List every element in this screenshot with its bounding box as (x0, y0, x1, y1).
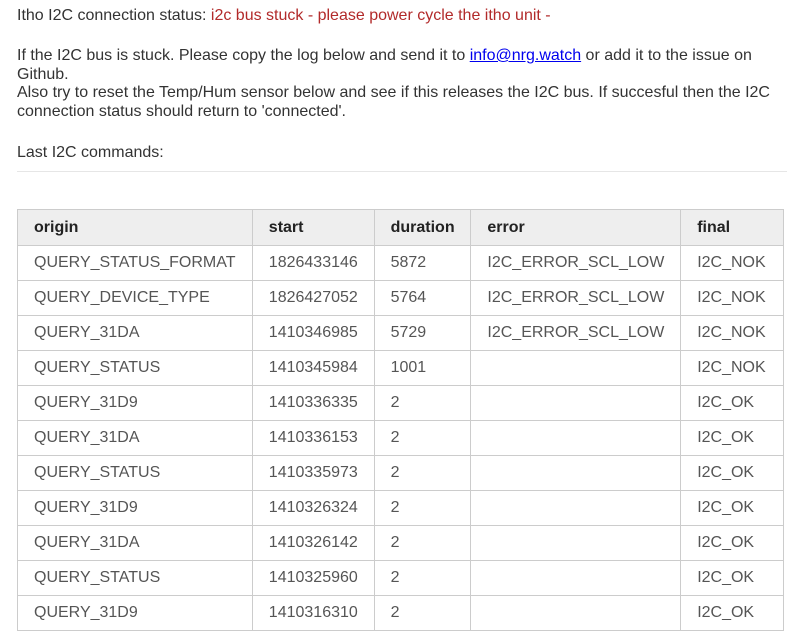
cell-origin: QUERY_31DA (17, 315, 253, 351)
cell-duration: 2 (373, 385, 472, 421)
cell-duration: 2 (373, 525, 472, 561)
i2c-status-panel: Itho I2C connection status: i2c bus stuc… (17, 6, 787, 172)
cell-error (470, 420, 682, 456)
cell-duration: 5764 (373, 280, 472, 316)
cell-origin: QUERY_STATUS_FORMAT (17, 245, 253, 281)
cell-start: 1410325960 (251, 560, 375, 596)
column-header-start: start (251, 209, 375, 246)
cell-error: I2C_ERROR_SCL_LOW (470, 280, 682, 316)
column-header-error: error (470, 209, 682, 246)
table-row: QUERY_31DA 1410326142 2 I2C_OK (17, 525, 784, 561)
table-row: QUERY_31D9 1410326324 2 I2C_OK (17, 490, 784, 526)
cell-origin: QUERY_31D9 (17, 385, 253, 421)
cell-final: I2C_OK (680, 490, 784, 526)
column-header-final: final (680, 209, 784, 246)
table-row: QUERY_31D9 1410336335 2 I2C_OK (17, 385, 784, 421)
cell-error: I2C_ERROR_SCL_LOW (470, 315, 682, 351)
cell-duration: 2 (373, 560, 472, 596)
cell-origin: QUERY_STATUS (17, 350, 253, 386)
cell-error (470, 490, 682, 526)
cell-error: I2C_ERROR_SCL_LOW (470, 245, 682, 281)
cell-duration: 2 (373, 455, 472, 491)
help-text-line1-before: If the I2C bus is stuck. Please copy the… (17, 47, 470, 64)
cell-origin: QUERY_STATUS (17, 455, 253, 491)
column-header-duration: duration (373, 209, 472, 246)
cell-error (470, 385, 682, 421)
cell-origin: QUERY_31DA (17, 420, 253, 456)
cell-final: I2C_NOK (680, 315, 784, 351)
cell-duration: 2 (373, 490, 472, 526)
cell-start: 1410346985 (251, 315, 375, 351)
cell-start: 1410326142 (251, 525, 375, 561)
i2c-connection-status: Itho I2C connection status: i2c bus stuc… (17, 6, 787, 25)
cell-start: 1410336335 (251, 385, 375, 421)
table-body: QUERY_STATUS_FORMAT 1826433146 5872 I2C_ERR… (17, 245, 784, 631)
table-row: QUERY_STATUS_FORMAT 1826433146 5872 I2C_ERR… (17, 245, 784, 281)
cell-start: 1826433146 (251, 245, 375, 281)
cell-final: I2C_OK (680, 385, 784, 421)
cell-start: 1826427052 (251, 280, 375, 316)
column-header-origin: origin (17, 209, 253, 246)
cell-start: 1410345984 (251, 350, 375, 386)
help-text-line2: Also try to reset the Temp/Hum sensor be… (17, 84, 770, 120)
help-text: If the I2C bus is stuck. Please copy the… (17, 47, 787, 121)
cell-error (470, 455, 682, 491)
log-title: Last I2C commands: (17, 143, 787, 172)
cell-duration: 5872 (373, 245, 472, 281)
email-link[interactable]: info@nrg.watch (470, 47, 581, 64)
cell-start: 1410335973 (251, 455, 375, 491)
table-row: QUERY_STATUS 1410335973 2 I2C_OK (17, 455, 784, 491)
cell-error (470, 595, 682, 631)
cell-origin: QUERY_31DA (17, 525, 253, 561)
cell-start: 1410336153 (251, 420, 375, 456)
cell-final: I2C_NOK (680, 350, 784, 386)
cell-duration: 2 (373, 595, 472, 631)
cell-final: I2C_NOK (680, 245, 784, 281)
i2c-log-table: origin start duration error final QUERY_… (17, 209, 784, 631)
cell-origin: QUERY_31D9 (17, 595, 253, 631)
cell-duration: 5729 (373, 315, 472, 351)
table-row: QUERY_31D9 1410316310 2 I2C_OK (17, 595, 784, 631)
cell-final: I2C_NOK (680, 280, 784, 316)
cell-duration: 2 (373, 420, 472, 456)
status-value: i2c bus stuck - please power cycle the i… (210, 7, 551, 24)
cell-origin: QUERY_31D9 (17, 490, 253, 526)
cell-final: I2C_OK (680, 455, 784, 491)
cell-error (470, 350, 682, 386)
cell-origin: QUERY_DEVICE_TYPE (17, 280, 253, 316)
cell-error (470, 525, 682, 561)
table-header-row: origin start duration error final (17, 209, 784, 246)
table-row: QUERY_31DA 1410346985 5729 I2C_ERROR_SCL_LO… (17, 315, 784, 351)
status-label: Itho I2C connection status: (17, 7, 211, 24)
cell-origin: QUERY_STATUS (17, 560, 253, 596)
cell-final: I2C_OK (680, 525, 784, 561)
table-row: QUERY_DEVICE_TYPE 1826427052 5764 I2C_ERROR… (17, 280, 784, 316)
cell-start: 1410316310 (251, 595, 375, 631)
table-row: QUERY_STATUS 1410345984 1001 I2C_NOK (17, 350, 784, 386)
cell-error (470, 560, 682, 596)
table-row: QUERY_STATUS 1410325960 2 I2C_OK (17, 560, 784, 596)
cell-final: I2C_OK (680, 560, 784, 596)
table-row: QUERY_31DA 1410336153 2 I2C_OK (17, 420, 784, 456)
cell-final: I2C_OK (680, 595, 784, 631)
cell-start: 1410326324 (251, 490, 375, 526)
cell-duration: 1001 (373, 350, 472, 386)
cell-final: I2C_OK (680, 420, 784, 456)
